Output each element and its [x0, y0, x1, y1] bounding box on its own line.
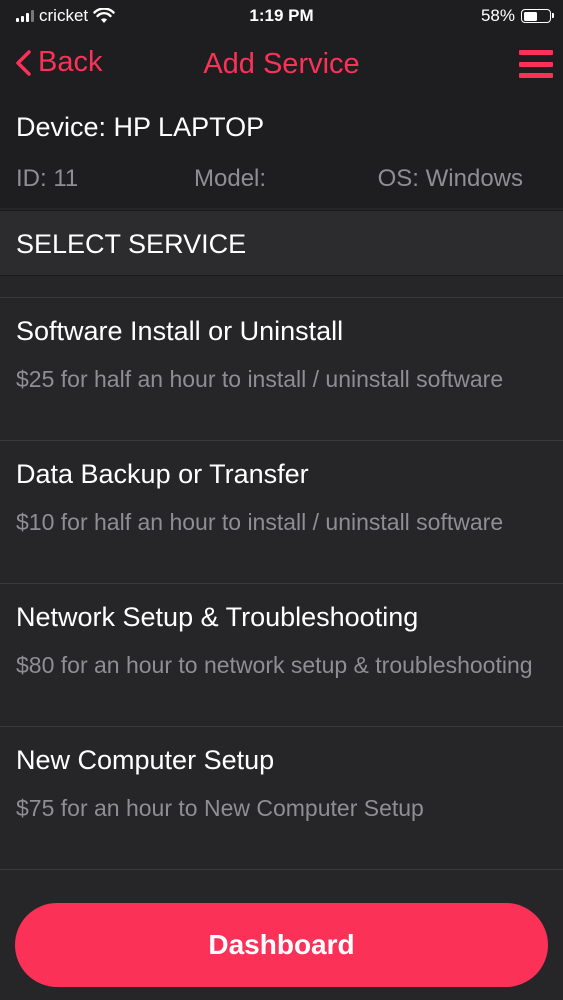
service-name: Data Backup or Transfer — [16, 459, 309, 489]
service-item-software-install[interactable]: Software Install or Uninstall $25 for ha… — [0, 298, 563, 441]
service-description: $80 for an hour to network setup & troub… — [16, 652, 533, 678]
service-description: $75 for an hour to New Computer Setup — [16, 795, 424, 821]
device-id: ID: 11 — [16, 165, 79, 192]
service-name: Software Install or Uninstall — [16, 316, 344, 346]
section-title: SELECT SERVICE — [16, 229, 247, 259]
service-list: Software Install or Uninstall $25 for ha… — [0, 298, 563, 870]
service-item-network-setup[interactable]: Network Setup & Troubleshooting $80 for … — [0, 584, 563, 727]
battery-fill — [523, 11, 538, 21]
service-item-data-backup[interactable]: Data Backup or Transfer $10 for half an … — [0, 441, 563, 584]
status-bar: cricket 1:19 PM 58% — [0, 0, 563, 32]
device-title: Device: HP LAPTOP — [16, 112, 265, 142]
section-header: SELECT SERVICE — [0, 210, 563, 276]
service-description: $25 for half an hour to install / uninst… — [16, 366, 504, 392]
service-item-new-computer-setup[interactable]: New Computer Setup $75 for an hour to Ne… — [0, 727, 563, 870]
service-description: $10 for half an hour to install / uninst… — [16, 509, 504, 535]
battery-percent: 58% — [480, 6, 515, 25]
nav-bar: Back Add Service — [0, 40, 563, 90]
status-right: 58% — [480, 6, 554, 26]
hamburger-menu-icon[interactable] — [519, 50, 553, 78]
status-time: 1:19 PM — [249, 6, 314, 25]
device-model: Model: — [194, 165, 267, 192]
device-os: OS: Windows — [377, 165, 523, 192]
service-name: Network Setup & Troubleshooting — [16, 602, 419, 632]
page-title: Add Service — [203, 48, 360, 80]
battery-icon — [521, 9, 554, 23]
dashboard-button[interactable]: Dashboard — [15, 903, 548, 987]
service-name: New Computer Setup — [16, 745, 275, 775]
